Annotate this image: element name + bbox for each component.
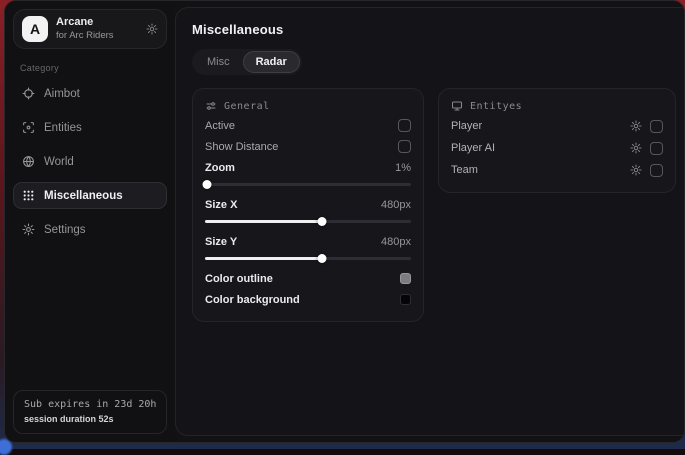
page-title: Miscellaneous — [192, 22, 676, 37]
color-outline-swatch[interactable] — [400, 273, 411, 284]
subscription-info-box: Sub expires in 23d 20h session duration … — [13, 390, 167, 434]
size-x-slider-fill — [205, 220, 322, 223]
zoom-value: 1% — [395, 162, 411, 174]
sidebar-item-entities[interactable]: Entities — [13, 114, 167, 141]
sidebar-item-label: Aimbot — [44, 88, 80, 100]
sub-expires-text: Sub expires in 23d 20h — [24, 399, 156, 410]
app-subtitle: for Arc Riders — [56, 30, 114, 42]
player-ai-row: Player AI — [451, 137, 663, 159]
settings-gear-icon[interactable] — [146, 23, 158, 35]
entities-panel-title: Entityes — [470, 101, 522, 112]
player-label: Player — [451, 120, 630, 132]
sidebar-item-label: Miscellaneous — [44, 190, 123, 202]
sidebar-item-world[interactable]: World — [13, 148, 167, 175]
grid-dots-icon — [22, 189, 35, 202]
size-x-value: 480px — [381, 199, 411, 211]
size-x-label: Size X — [205, 199, 237, 211]
size-y-slider-thumb[interactable] — [318, 254, 327, 263]
app-logo-card: A Arcane for Arc Riders — [13, 9, 167, 49]
cards-container: General Active Show Distance Zoom 1% — [192, 88, 676, 322]
category-label: Category — [20, 63, 167, 73]
team-label: Team — [451, 164, 630, 176]
size-x-slider[interactable] — [205, 216, 411, 226]
size-y-slider[interactable] — [205, 253, 411, 263]
player-ai-settings-gear-icon[interactable] — [630, 142, 642, 154]
general-panel: General Active Show Distance Zoom 1% — [192, 88, 424, 322]
zoom-label: Zoom — [205, 162, 235, 174]
show-distance-checkbox[interactable] — [398, 140, 411, 153]
size-x-slider-thumb[interactable] — [318, 217, 327, 226]
globe-icon — [22, 155, 35, 168]
tab-bar: Misc Radar — [192, 49, 302, 75]
size-y-value: 480px — [381, 236, 411, 248]
zoom-slider-track[interactable] — [205, 183, 411, 186]
monitor-icon — [451, 100, 463, 112]
color-background-swatch[interactable] — [400, 294, 411, 305]
player-row: Player — [451, 115, 663, 137]
active-row: Active — [205, 115, 411, 136]
show-distance-row: Show Distance — [205, 136, 411, 157]
session-duration-text: session duration 52s — [24, 414, 156, 424]
player-settings-gear-icon[interactable] — [630, 120, 642, 132]
entities-panel-header: Entityes — [451, 98, 663, 115]
app-window: A Arcane for Arc Riders Category — [4, 0, 685, 443]
zoom-slider[interactable] — [205, 179, 411, 189]
sliders-icon — [205, 100, 217, 112]
size-y-slider-fill — [205, 257, 322, 260]
zoom-slider-thumb[interactable] — [203, 180, 212, 189]
player-ai-checkbox[interactable] — [650, 142, 663, 155]
color-background-label: Color background — [205, 294, 300, 306]
general-panel-title: General — [224, 101, 270, 112]
size-x-row: Size X 480px — [205, 194, 411, 215]
team-settings-gear-icon[interactable] — [630, 164, 642, 176]
app-title: Arcane — [56, 16, 114, 30]
color-outline-label: Color outline — [205, 273, 273, 285]
show-distance-label: Show Distance — [205, 141, 278, 153]
app-logo-text: Arcane for Arc Riders — [56, 16, 114, 42]
sidebar-item-miscellaneous[interactable]: Miscellaneous — [13, 182, 167, 209]
sidebar-item-label: World — [44, 156, 74, 168]
sidebar-item-label: Settings — [44, 224, 86, 236]
active-checkbox[interactable] — [398, 119, 411, 132]
color-background-row: Color background — [205, 289, 411, 310]
tab-misc[interactable]: Misc — [194, 51, 243, 73]
sidebar-item-aimbot[interactable]: Aimbot — [13, 80, 167, 107]
app-avatar: A — [22, 16, 48, 42]
size-y-label: Size Y — [205, 236, 237, 248]
active-label: Active — [205, 120, 235, 132]
player-checkbox[interactable] — [650, 120, 663, 133]
entities-panel: Entityes Player Player AI — [438, 88, 676, 193]
general-panel-header: General — [205, 98, 411, 115]
tab-radar[interactable]: Radar — [243, 51, 300, 73]
team-row: Team — [451, 159, 663, 181]
sidebar-item-settings[interactable]: Settings — [13, 216, 167, 243]
team-checkbox[interactable] — [650, 164, 663, 177]
player-ai-label: Player AI — [451, 142, 630, 154]
sidebar-nav: Aimbot Entities World — [13, 80, 167, 243]
crosshair-icon — [22, 87, 35, 100]
scan-eye-icon — [22, 121, 35, 134]
main-panel: Miscellaneous Misc Radar General Active — [175, 7, 685, 436]
size-y-row: Size Y 480px — [205, 231, 411, 252]
zoom-row: Zoom 1% — [205, 157, 411, 178]
sidebar-item-label: Entities — [44, 122, 82, 134]
sidebar: A Arcane for Arc Riders Category — [5, 1, 175, 442]
gear-icon — [22, 223, 35, 236]
color-outline-row: Color outline — [205, 268, 411, 289]
